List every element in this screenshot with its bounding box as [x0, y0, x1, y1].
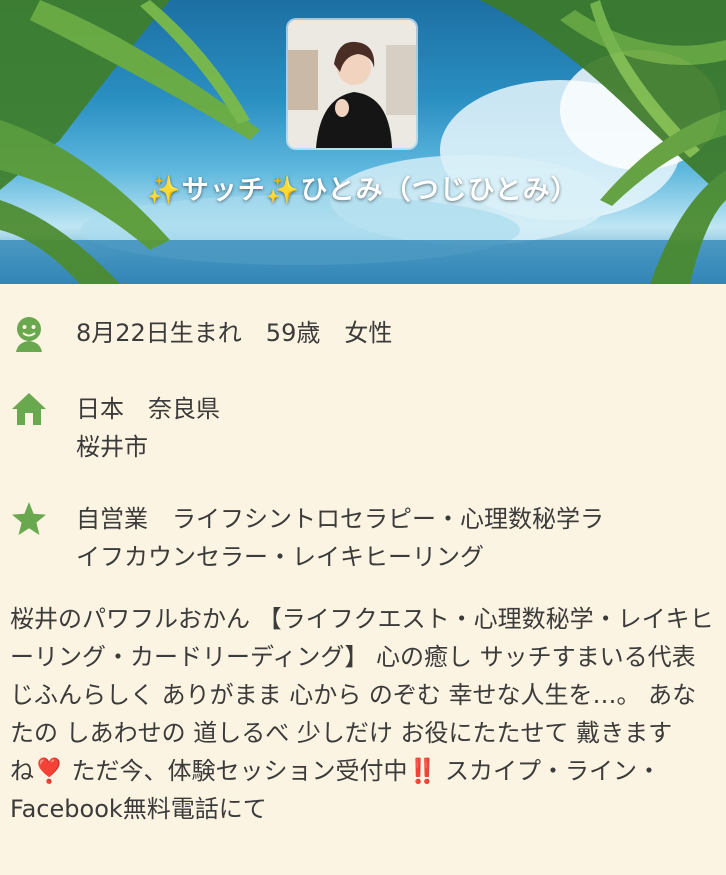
profile-header: ✨サッチ✨ひとみ（つじひとみ）: [0, 0, 726, 284]
person-icon: [16, 317, 42, 352]
home-icon: [12, 393, 46, 425]
profile-bio: 桜井のパワフルおかん 【ライフクエスト・心理数秘学・レイキヒーリング・カードリー…: [10, 605, 714, 823]
occupation-line1: 自営業 ライフシントロセラピー・心理数秘学ラ: [76, 505, 604, 533]
profile-name: ✨サッチ✨ひとみ（つじひとみ）: [147, 175, 579, 206]
avatar[interactable]: [288, 20, 416, 148]
birth-info: 8月22日生まれ 59歳 女性: [76, 319, 393, 347]
location-line1: 日本 奈良県: [76, 395, 220, 423]
location-line2: 桜井市: [76, 433, 148, 461]
star-icon: [12, 502, 46, 535]
occupation-line2: イフカウンセラー・レイキヒーリング: [76, 543, 484, 571]
avatar-photo: [288, 20, 416, 148]
